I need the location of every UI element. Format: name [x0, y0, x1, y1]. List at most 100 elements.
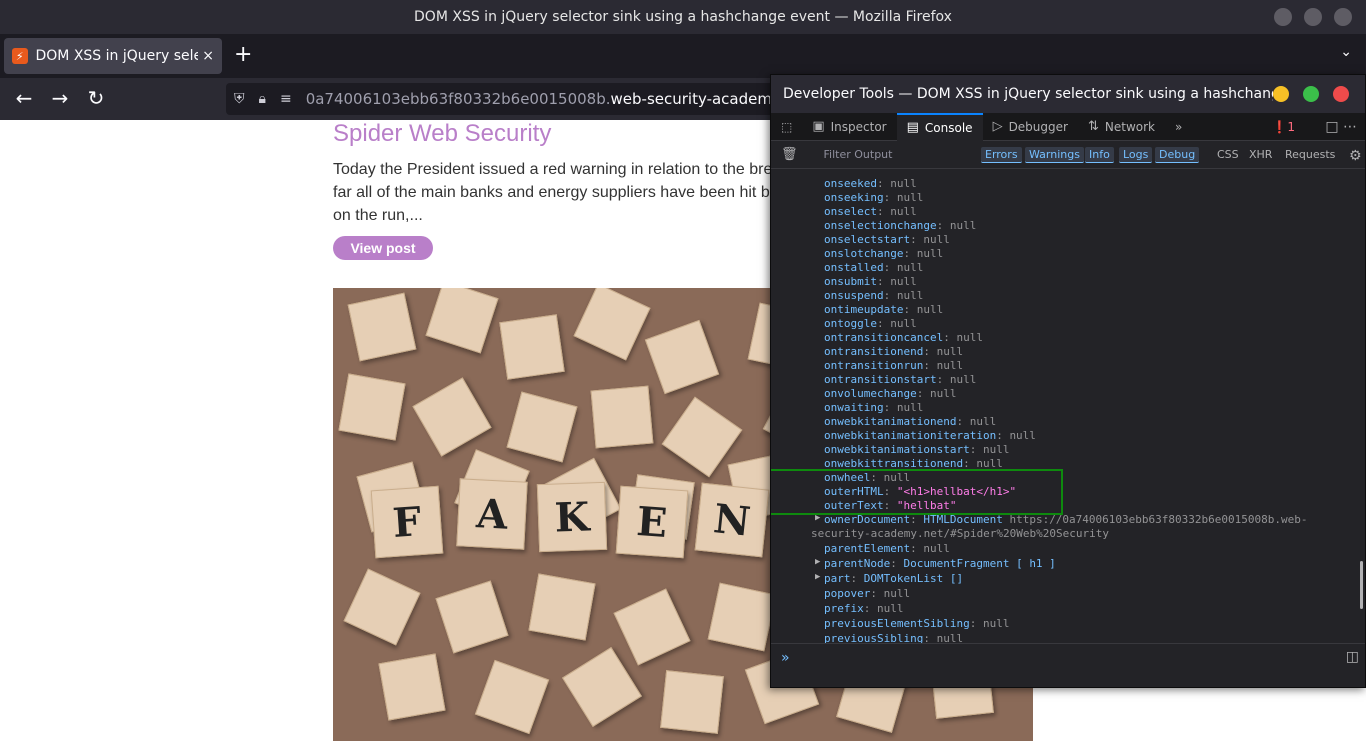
property-row[interactable]: popover: null: [824, 587, 910, 601]
new-tab-button[interactable]: +: [234, 42, 252, 67]
property-value: null: [916, 247, 944, 260]
property-value: null: [949, 219, 977, 232]
property-row[interactable]: prefix: null: [824, 602, 904, 616]
element-picker-icon[interactable]: ⬚: [771, 113, 802, 141]
property-value: null: [877, 602, 904, 615]
property-value: null: [936, 359, 964, 372]
filter-debug[interactable]: Debug: [1155, 147, 1200, 163]
tab-console[interactable]: ▤ Console: [896, 112, 983, 141]
devtools-title: Developer Tools — DOM XSS in jQuery sele…: [783, 86, 1273, 102]
property-row[interactable]: ontransitionrun: null: [824, 359, 963, 373]
tab-close-icon[interactable]: ×: [202, 48, 214, 64]
console-settings-icon[interactable]: ⚙: [1345, 147, 1366, 165]
console-input[interactable]: » ◫: [771, 643, 1365, 687]
expand-arrow-icon[interactable]: ▶: [815, 572, 820, 582]
shield-icon[interactable]: ⛨: [234, 91, 245, 107]
property-row[interactable]: ownerDocument: HTMLDocument https://0a74…: [824, 513, 1307, 527]
property-key: ontoggle: [824, 317, 877, 330]
property-row[interactable]: previousElementSibling: null: [824, 617, 1009, 631]
list-all-tabs-icon[interactable]: ⌄: [1340, 44, 1352, 60]
devtools-minimize-button[interactable]: [1273, 86, 1289, 102]
clear-console-icon[interactable]: 🗑︎: [781, 147, 798, 162]
permissions-icon[interactable]: ≡: [280, 91, 292, 107]
property-row[interactable]: onwebkitanimationstart: null: [824, 443, 1009, 457]
console-filter-bar: 🗑︎ Filter Output Errors Warnings Info Lo…: [771, 141, 1365, 169]
property-url: security-academy.net/#Spider%20Web%20Sec…: [811, 527, 1110, 540]
post-title[interactable]: Spider Web Security: [333, 120, 551, 148]
property-value: null: [916, 303, 944, 316]
split-console-icon[interactable]: ◫: [1346, 649, 1359, 665]
devtools-maximize-button[interactable]: [1303, 86, 1319, 102]
devtools-titlebar: Developer Tools — DOM XSS in jQuery sele…: [771, 75, 1365, 113]
filter-output-input[interactable]: Filter Output: [806, 148, 966, 161]
lock-icon[interactable]: 🔒︎: [259, 91, 266, 107]
property-row[interactable]: part: DOMTokenList []: [824, 572, 963, 586]
filter-xhr[interactable]: XHR: [1245, 147, 1276, 162]
filter-info[interactable]: Info: [1085, 147, 1114, 163]
tab-active[interactable]: ⚡ DOM XSS in jQuery selector sink using …: [4, 38, 222, 74]
tile-letter: E: [615, 485, 689, 559]
post-summary: Today the President issued a red warning…: [333, 158, 773, 227]
property-key: prefix: [824, 602, 864, 615]
property-key: onwebkitanimationend: [824, 415, 957, 428]
property-row[interactable]: onsubmit: null: [824, 275, 917, 289]
filter-css[interactable]: CSS: [1213, 147, 1243, 162]
filter-errors[interactable]: Errors: [981, 147, 1022, 163]
property-row[interactable]: onwaiting: null: [824, 401, 923, 415]
view-post-button[interactable]: View post: [333, 236, 433, 260]
property-row[interactable]: ontransitioncancel: null: [824, 331, 983, 345]
error-count: 1: [1287, 120, 1295, 134]
property-row[interactable]: onwebkitanimationiteration: null: [824, 429, 1036, 443]
maximize-button[interactable]: [1304, 8, 1322, 26]
property-row[interactable]: onwebkitanimationend: null: [824, 415, 996, 429]
tile-letter: F: [370, 485, 444, 559]
property-row[interactable]: onselectstart: null: [824, 233, 950, 247]
property-row[interactable]: onsuspend: null: [824, 289, 923, 303]
property-row[interactable]: parentElement: null: [824, 542, 950, 556]
forward-button[interactable]: →: [48, 86, 72, 110]
property-row[interactable]: ontoggle: null: [824, 317, 917, 331]
property-row[interactable]: onslotchange: null: [824, 247, 943, 261]
property-row[interactable]: onseeking: null: [824, 191, 923, 205]
back-button[interactable]: ←: [12, 86, 36, 110]
property-value: null: [969, 415, 997, 428]
property-row[interactable]: parentNode: DocumentFragment [ h1 ]: [824, 557, 1056, 571]
minimize-button[interactable]: [1274, 8, 1292, 26]
property-key: popover: [824, 587, 871, 600]
property-row[interactable]: onselect: null: [824, 205, 917, 219]
console-prompt-icon: »: [781, 650, 790, 666]
property-key: parentNode: [824, 557, 891, 570]
tab-inspector[interactable]: ▣ Inspector: [802, 113, 896, 141]
network-icon: ⇅: [1087, 119, 1099, 134]
close-window-button[interactable]: [1334, 8, 1352, 26]
console-scrollbar[interactable]: [1360, 561, 1363, 609]
tab-console-label: Console: [924, 120, 973, 135]
tab-debugger[interactable]: ▷ Debugger: [983, 113, 1078, 141]
property-row[interactable]: onstalled: null: [824, 261, 923, 275]
property-key: onseeked: [824, 177, 877, 190]
property-row[interactable]: ontransitionend: null: [824, 345, 963, 359]
filter-logs[interactable]: Logs: [1119, 147, 1153, 163]
property-row[interactable]: onselectionchange: null: [824, 219, 976, 233]
filter-requests[interactable]: Requests: [1281, 147, 1339, 162]
property-row[interactable]: onseeked: null: [824, 177, 917, 191]
devtools-menu-icon[interactable]: □ ⋯: [1325, 119, 1357, 135]
property-row[interactable]: ontransitionstart: null: [824, 373, 976, 387]
devtools-close-button[interactable]: [1333, 86, 1349, 102]
property-row-cont: security-academy.net/#Spider%20Web%20Sec…: [811, 527, 1109, 541]
expand-arrow-icon[interactable]: ▶: [815, 557, 820, 567]
error-count-badge[interactable]: ❗1: [1272, 120, 1295, 134]
debugger-icon: ▷: [992, 119, 1003, 134]
property-key: onselectionchange: [824, 219, 937, 232]
reload-button[interactable]: ↻: [84, 86, 108, 110]
tab-debugger-label: Debugger: [1008, 119, 1068, 134]
tab-network[interactable]: ⇅ Network: [1078, 113, 1165, 141]
property-key: ontimeupdate: [824, 303, 904, 316]
filter-warnings[interactable]: Warnings: [1025, 147, 1084, 163]
more-tabs-icon[interactable]: »: [1165, 113, 1192, 141]
property-row[interactable]: onvolumechange: null: [824, 387, 956, 401]
post-summary-line: Today the President issued a red warning…: [333, 161, 773, 178]
property-row[interactable]: ontimeupdate: null: [824, 303, 943, 317]
property-key: onselectstart: [824, 233, 911, 246]
property-row[interactable]: previousSibling: null: [824, 632, 963, 643]
